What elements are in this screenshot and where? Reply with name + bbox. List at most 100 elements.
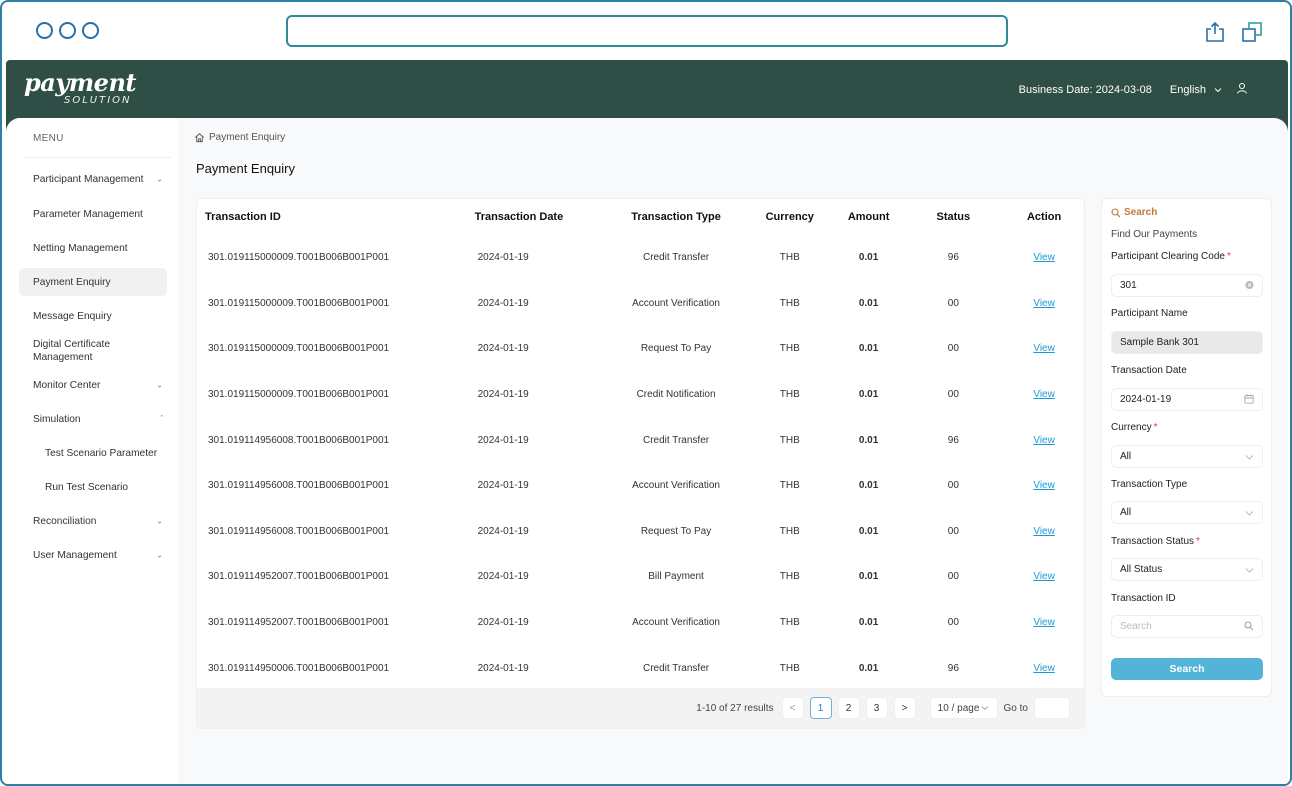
cell-amount: 0.01 bbox=[858, 297, 879, 309]
transaction-id-input[interactable]: Search bbox=[1111, 615, 1263, 638]
window-controls bbox=[36, 22, 99, 39]
next-page-button[interactable]: > bbox=[893, 697, 916, 719]
column-header-currency[interactable]: Currency bbox=[745, 199, 835, 235]
column-header-status[interactable]: Status bbox=[903, 199, 1005, 235]
transaction-id-label: Transaction ID bbox=[1111, 593, 1176, 604]
page-button-2[interactable]: 2 bbox=[837, 697, 860, 719]
app-window: payment SOLUTION Business Date: 2024-03-… bbox=[0, 0, 1292, 786]
view-link[interactable]: View bbox=[1033, 252, 1055, 263]
page-size-value: 10 / page bbox=[937, 702, 980, 714]
page-button-3[interactable]: 3 bbox=[865, 697, 888, 719]
cell-action: View bbox=[1004, 509, 1084, 555]
table-row: 301.019114952007.T001B006B001P001 2024-01… bbox=[197, 600, 1084, 646]
cell-transaction-date: 2024-01-19 bbox=[477, 571, 529, 583]
new-window-icon[interactable] bbox=[1240, 20, 1264, 44]
window-dot-close[interactable] bbox=[36, 22, 53, 39]
clear-icon[interactable] bbox=[1245, 280, 1254, 291]
sidebar-item-user-management[interactable]: User Management ⌄ bbox=[19, 541, 167, 569]
cell-transaction-date: 2024-01-19 bbox=[477, 297, 529, 309]
search-icon[interactable] bbox=[1244, 621, 1254, 633]
table-row: 301.019114956008.T001B006B001P001 2024-01… bbox=[197, 463, 1084, 509]
label-text: Participant Clearing Code bbox=[1111, 251, 1225, 262]
sidebar: MENU Participant Management ⌄ Parameter M… bbox=[6, 118, 178, 784]
cell-transaction-type: Credit Transfer bbox=[642, 434, 710, 446]
home-icon[interactable] bbox=[194, 132, 205, 143]
cell-transaction-date: 2024-01-19 bbox=[477, 525, 529, 537]
page-size-select[interactable]: 10 / page bbox=[929, 697, 998, 719]
sidebar-item-simulation[interactable]: Simulation ˆ bbox=[19, 405, 167, 433]
sidebar-item-monitor-center[interactable]: Monitor Center ⌄ bbox=[19, 371, 167, 399]
view-link[interactable]: View bbox=[1033, 617, 1055, 628]
address-bar[interactable] bbox=[286, 15, 1008, 47]
column-header-transaction-date[interactable]: Transaction Date bbox=[475, 199, 608, 235]
sidebar-item-parameter-management[interactable]: Parameter Management bbox=[19, 200, 167, 228]
pagination: 1-10 of 27 results < 1 2 3 > 10 / page G… bbox=[197, 688, 1084, 728]
transactions-table-card: Transaction ID Transaction Date Transact… bbox=[196, 198, 1085, 729]
sidebar-item-test-scenario-parameter[interactable]: Test Scenario Parameter bbox=[19, 439, 167, 467]
language-label: English bbox=[1169, 83, 1206, 96]
transaction-status-select[interactable]: All Status bbox=[1111, 558, 1263, 581]
window-dot-maximize[interactable] bbox=[82, 22, 99, 39]
sidebar-item-run-test-scenario[interactable]: Run Test Scenario bbox=[19, 473, 167, 501]
view-link[interactable]: View bbox=[1033, 298, 1055, 309]
sidebar-item-label: Parameter Management bbox=[33, 208, 143, 220]
sidebar-item-label: Netting Management bbox=[33, 242, 128, 254]
page-button-1[interactable]: 1 bbox=[809, 697, 832, 719]
sidebar-item-label: User Management bbox=[33, 549, 117, 561]
logo[interactable]: payment SOLUTION bbox=[24, 70, 136, 106]
participant-name-label: Participant Name bbox=[1111, 308, 1188, 319]
currency-select[interactable]: All bbox=[1111, 445, 1263, 468]
clearing-code-input[interactable]: 301 bbox=[1111, 274, 1263, 297]
sidebar-item-digital-certificate-management[interactable]: Digital Certificate Management bbox=[19, 336, 129, 366]
cell-amount: 0.01 bbox=[858, 571, 879, 583]
goto-page-input[interactable] bbox=[1034, 697, 1070, 719]
sidebar-item-label: Test Scenario Parameter bbox=[45, 447, 158, 459]
column-header-transaction-id[interactable]: Transaction ID bbox=[197, 199, 475, 235]
sidebar-item-netting-management[interactable]: Netting Management bbox=[19, 234, 167, 262]
sidebar-item-label: Payment Enquiry bbox=[33, 276, 111, 288]
cell-transaction-id: 301.019115000009.T001B006B001P001 bbox=[208, 389, 390, 401]
cell-amount: 0.01 bbox=[858, 434, 879, 446]
cell-amount: 0.01 bbox=[858, 389, 879, 401]
view-link[interactable]: View bbox=[1033, 343, 1055, 354]
transaction-date-picker[interactable]: 2024-01-19 bbox=[1111, 388, 1263, 411]
transaction-type-select[interactable]: All bbox=[1111, 501, 1263, 524]
sidebar-item-payment-enquiry[interactable]: Payment Enquiry bbox=[19, 268, 167, 296]
share-icon[interactable] bbox=[1203, 20, 1227, 44]
user-icon[interactable] bbox=[1236, 82, 1248, 97]
cell-status: 00 bbox=[947, 389, 959, 401]
search-panel: Search Find Our Payments Participant Cle… bbox=[1101, 198, 1272, 697]
chevron-down-icon bbox=[1245, 508, 1254, 518]
transaction-date-label: Transaction Date bbox=[1111, 365, 1187, 376]
cell-transaction-date: 2024-01-19 bbox=[477, 617, 529, 629]
cell-status: 00 bbox=[947, 480, 959, 492]
cell-currency: THB bbox=[779, 252, 800, 264]
prev-page-button[interactable]: < bbox=[781, 697, 804, 719]
chevron-down-icon bbox=[1245, 565, 1254, 575]
column-header-transaction-type[interactable]: Transaction Type bbox=[607, 199, 745, 235]
table-row: 301.019115000009.T001B006B001P001 2024-01… bbox=[197, 281, 1084, 327]
cell-transaction-type: Credit Transfer bbox=[642, 662, 710, 674]
cell-transaction-type: Account Verification bbox=[632, 617, 720, 629]
language-selector[interactable]: English bbox=[1170, 84, 1222, 96]
search-panel-subtitle: Find Our Payments bbox=[1111, 229, 1198, 240]
table-row: 301.019114956008.T001B006B001P001 2024-01… bbox=[197, 509, 1084, 555]
view-link[interactable]: View bbox=[1033, 389, 1055, 400]
view-link[interactable]: View bbox=[1033, 435, 1055, 446]
search-button[interactable]: Search bbox=[1111, 658, 1263, 680]
window-dot-minimize[interactable] bbox=[59, 22, 76, 39]
cell-status: 96 bbox=[947, 434, 959, 446]
sidebar-item-message-enquiry[interactable]: Message Enquiry bbox=[19, 302, 167, 330]
sidebar-item-participant-management[interactable]: Participant Management ⌄ bbox=[19, 165, 167, 193]
column-header-amount[interactable]: Amount bbox=[835, 199, 903, 235]
cell-amount: 0.01 bbox=[858, 252, 879, 264]
chevron-down-icon bbox=[1214, 87, 1222, 92]
view-link[interactable]: View bbox=[1033, 571, 1055, 582]
cell-currency: THB bbox=[779, 571, 800, 583]
cell-transaction-type: Request To Pay bbox=[640, 343, 712, 355]
sidebar-item-reconciliation[interactable]: Reconciliation ⌄ bbox=[19, 507, 167, 535]
view-link[interactable]: View bbox=[1033, 526, 1055, 537]
breadcrumb-item[interactable]: Payment Enquiry bbox=[209, 132, 285, 143]
view-link[interactable]: View bbox=[1033, 480, 1055, 491]
view-link[interactable]: View bbox=[1033, 663, 1055, 674]
